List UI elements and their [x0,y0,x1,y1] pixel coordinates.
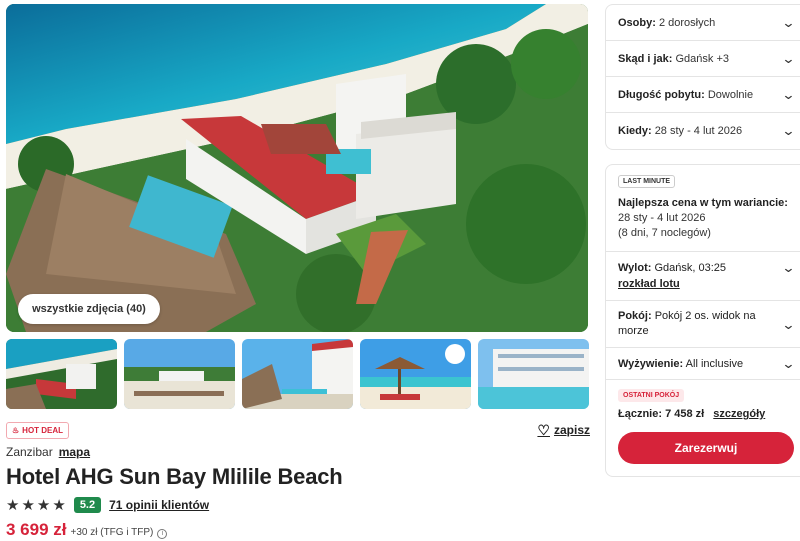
chevron-down-icon: ⌄ [781,86,796,102]
book-button[interactable]: Zarezerwuj [618,432,794,464]
guests-label: Osoby: [618,16,656,29]
last-room-badge: OSTATNI POKÓJ [618,389,685,402]
thumbnail-image [242,339,353,409]
dates-value: 28 sty - 4 lut 2026 [654,125,743,137]
star-icon: ★ [6,496,20,514]
best-price-section: Najlepsza cena w tym wariancie: 28 sty -… [606,188,800,252]
dates-field[interactable]: Kiedy: 28 sty - 4 lut 2026 ⌄ [606,113,800,149]
reviews-link[interactable]: 71 opinii klientów [109,498,209,512]
heart-icon: ♡ [537,421,550,438]
guests-value: 2 dorosłych [658,16,716,29]
guests-field[interactable]: Osoby: 2 dorosłych ⌄ [606,5,800,41]
all-photos-button[interactable]: wszystkie zdjęcia (40) [18,294,160,324]
total-price: Łącznie: 7 458 zł [618,408,705,420]
review-score: 5.2 [73,497,102,513]
chevron-down-icon: ⌄ [781,14,796,30]
hotel-offer-page: wszystkie zdjęcia (40) ♨ HOT DEAL ♡ zapi… [0,0,800,541]
offer-box: LAST MINUTE Najlepsza cena w tym warianc… [605,164,800,477]
info-icon[interactable]: i [157,529,168,539]
thumbnail-3[interactable] [242,339,353,409]
flight-field[interactable]: Wylot: Gdańsk, 03:25 rozkład lotu ⌄ [606,252,800,301]
chevron-down-icon: ⌄ [781,260,796,275]
thumbnail-image [124,339,235,409]
departure-value: Gdańsk +3 [675,52,729,65]
departure-label: Skąd i jak: [618,52,673,65]
hot-deal-badge: ♨ HOT DEAL [6,421,70,439]
best-price-label: Najlepsza cena w tym wariancie: [618,197,788,209]
chevron-down-icon: ⌄ [781,123,796,138]
last-minute-badge: LAST MINUTE [618,175,676,188]
flight-label: Wylot: [618,262,652,274]
search-params-box: Osoby: 2 dorosłych ⌄ Skąd i jak: Gdańsk … [605,4,800,150]
deal-row: ♨ HOT DEAL ♡ zapisz [6,421,590,439]
dates-label: Kiedy: [618,125,652,137]
offer-nights: (8 dni, 7 noclegów) [618,227,711,239]
thumbnail-4[interactable] [360,339,471,409]
chevron-down-icon: ⌄ [781,316,796,332]
duration-value: Dowolnie [707,88,754,101]
star-icon: ★ [36,496,51,514]
price-row: 3 699 zł +30 zł (TFG i TFP) i [6,520,590,540]
departure-field[interactable]: Skąd i jak: Gdańsk +3 ⌄ [606,41,800,77]
duration-label: Długość pobytu: [618,88,705,101]
flight-value: Gdańsk, 03:25 [654,262,727,274]
total-price-row: Łącznie: 7 458 zł szczegóły [606,402,800,420]
thumbnail-1[interactable] [6,339,117,409]
hotel-main-column: wszystkie zdjęcia (40) ♨ HOT DEAL ♡ zapi… [6,4,590,540]
save-button[interactable]: ♡ zapisz [537,422,590,439]
price-extra: +30 zł (TFG i TFP) [70,527,154,538]
hero-image [6,4,588,332]
price-main: 3 699 zł [6,520,67,539]
duration-field[interactable]: Długość pobytu: Dowolnie ⌄ [606,77,800,113]
thumbnail-strip [6,339,590,409]
thumbnail-image [360,339,471,409]
rating-row: ★ ★ ★ ★ 5.2 71 opinii klientów [6,496,590,514]
room-field[interactable]: Pokój: Pokój 2 os. widok na morze ⌄ [606,301,800,348]
thumbnail-image [6,339,117,409]
thumbnail-2[interactable] [124,339,235,409]
flame-icon: ♨ [12,425,20,435]
booking-sidebar: Osoby: 2 dorosłych ⌄ Skąd i jak: Gdańsk … [605,4,800,477]
chevron-down-icon: ⌄ [781,50,796,66]
room-label: Pokój: [618,310,652,322]
hotel-stars: ★ ★ ★ ★ [6,498,66,513]
board-field[interactable]: Wyżywienie: All inclusive ⌄ [606,348,800,380]
board-value: All inclusive [685,357,744,370]
board-label: Wyżywienie: [618,357,684,370]
location-row: Zanzibar mapa [6,445,590,459]
hot-deal-label: HOT DEAL [22,425,64,435]
star-icon: ★ [52,496,66,514]
save-label: zapisz [553,423,590,437]
flight-schedule-link[interactable]: rozkład lotu [618,276,726,292]
thumbnail-image [478,339,589,409]
star-icon: ★ [21,496,35,514]
chevron-down-icon: ⌄ [781,355,796,371]
map-link[interactable]: mapa [59,445,90,459]
offer-dates: 28 sty - 4 lut 2026 [618,212,706,224]
thumbnail-5[interactable] [478,339,589,409]
hotel-title: Hotel AHG Sun Bay Mlilile Beach [6,464,343,489]
details-link[interactable]: szczegóły [713,408,765,420]
hero-photo[interactable]: wszystkie zdjęcia (40) [6,4,588,332]
location-text: Zanzibar [6,445,53,459]
